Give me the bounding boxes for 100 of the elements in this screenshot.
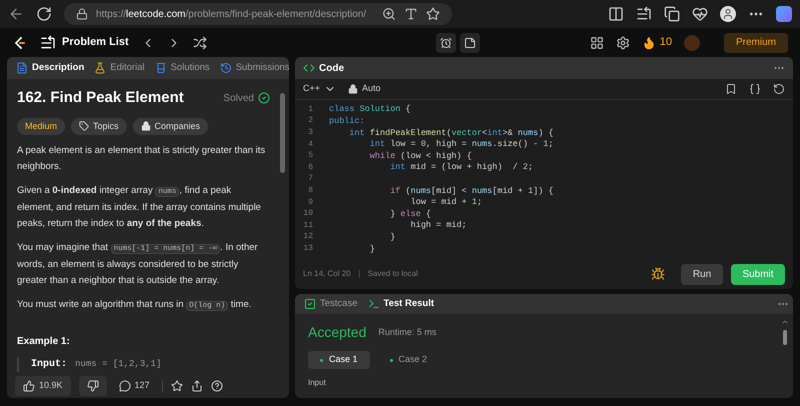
line-number: 8: [307, 184, 314, 197]
split-screen-icon[interactable]: [608, 6, 624, 22]
input-label: Input: [308, 377, 327, 389]
runtime-text: Runtime: 5 ms: [378, 326, 436, 339]
read-aloud-icon[interactable]: [404, 7, 418, 21]
comments-button[interactable]: 127: [114, 379, 154, 393]
thumbs-down-icon: [86, 380, 99, 392]
panel-tab[interactable]: Testcase: [299, 294, 362, 314]
dislike-button[interactable]: [78, 376, 107, 396]
reset-icon[interactable]: [773, 83, 785, 95]
line-number: 10: [302, 208, 314, 220]
panel-tab[interactable]: Test Result: [362, 294, 440, 314]
code-line: }: [368, 242, 375, 256]
alarm-clock-icon: [440, 36, 452, 48]
flame-icon: [642, 36, 656, 50]
scroll-up-icon[interactable]: [781, 318, 789, 326]
lock-icon: [348, 84, 358, 94]
line-number: 4: [307, 138, 314, 151]
line-number: 5: [307, 150, 314, 162]
profile-avatar[interactable]: [720, 6, 736, 22]
line-number: 3: [307, 126, 314, 139]
code-line: int findPeakElement(vector<int>& nums) {: [348, 126, 554, 140]
example-value: nums = [1,2,3,1]: [75, 358, 162, 371]
timer-button[interactable]: [436, 32, 456, 52]
code-line: int low = 0, high = nums.size() - 1;: [368, 138, 554, 151]
note-icon: [464, 36, 476, 48]
flask-icon: [94, 62, 106, 74]
case-tab[interactable]: Case 1: [308, 351, 370, 369]
panel-tab[interactable]: Description: [11, 57, 90, 79]
shuffle-icon[interactable]: [192, 36, 207, 50]
code-line: int mid = (low + high) / 2;: [389, 161, 534, 174]
code-line: high = mid;: [410, 219, 467, 232]
line-number: 13: [302, 242, 314, 255]
line-number: 7: [307, 173, 314, 186]
like-button[interactable]: 10.9K: [15, 376, 71, 396]
code-line: class Solution {: [328, 103, 411, 116]
bug-icon[interactable]: [651, 267, 665, 281]
run-button[interactable]: Run: [681, 264, 723, 284]
line-number: 2: [307, 115, 314, 128]
line-number: 11: [302, 220, 314, 232]
language-select[interactable]: C++: [303, 82, 336, 96]
lock-icon: [76, 8, 88, 20]
code-line: while (low < high) {: [368, 150, 472, 162]
cursor-position: Ln 14, Col 20: [303, 268, 351, 280]
code-line: }: [389, 230, 396, 244]
example-title: Example 1:: [17, 335, 71, 349]
logo-icon[interactable]: [12, 34, 28, 50]
panel-tab[interactable]: Submissions: [214, 57, 289, 79]
history-icon: [220, 62, 232, 74]
list-icon: [40, 34, 56, 50]
document-icon: [16, 62, 28, 74]
beaker-icon: [154, 62, 167, 74]
back-icon[interactable]: [8, 6, 24, 22]
line-number: 1: [307, 104, 314, 116]
panel-tab[interactable]: Solutions: [150, 57, 215, 79]
person-icon: [722, 8, 734, 20]
line-number: 6: [307, 162, 314, 174]
favorites-icon[interactable]: [636, 6, 652, 22]
problem-title: 162. Find Peak Element: [17, 88, 184, 108]
tag-button[interactable]: Topics: [71, 118, 127, 135]
save-status: Saved to local: [368, 268, 418, 280]
premium-button[interactable]: Premium: [724, 32, 788, 52]
solved-status: Solved: [223, 92, 254, 106]
tag-button[interactable]: Companies: [132, 118, 208, 135]
code-line: low = mid + 1;: [410, 196, 482, 209]
share-icon[interactable]: [190, 380, 203, 392]
reload-icon[interactable]: [36, 6, 52, 22]
checkbox-icon: [304, 298, 316, 310]
notes-button[interactable]: [460, 32, 480, 52]
result-verdict: Accepted: [308, 323, 366, 342]
problem-list-button[interactable]: Problem List: [40, 34, 129, 51]
tag-icon: [79, 121, 90, 132]
layout-icon[interactable]: [590, 36, 604, 50]
collections-icon[interactable]: [664, 6, 680, 22]
panel-title: Code: [319, 62, 344, 76]
heart-pulse-icon[interactable]: [692, 6, 708, 22]
settings-icon[interactable]: [616, 36, 630, 50]
help-icon[interactable]: [210, 380, 223, 392]
scrollbar-thumb[interactable]: [280, 93, 285, 173]
mode-label: Auto: [362, 82, 381, 96]
star-icon[interactable]: [426, 7, 440, 21]
code-line: public:: [328, 115, 365, 128]
code-icon: [303, 62, 315, 74]
braces-icon[interactable]: [749, 83, 761, 95]
address-bar[interactable]: https://leetcode.com/problems/find-peak-element/description/: [64, 3, 452, 25]
comment-icon: [118, 380, 131, 392]
terminal-icon: [368, 298, 380, 310]
difficulty-badge: Medium: [17, 118, 66, 135]
url-text: https://leetcode.com/problems/find-peak-element/description/: [96, 8, 366, 22]
bookmark-icon[interactable]: [725, 83, 737, 95]
check-circle-icon: [258, 92, 270, 104]
panel-tab[interactable]: Editorial: [89, 57, 150, 79]
zoom-icon[interactable]: [382, 7, 396, 21]
copilot-icon[interactable]: [776, 6, 792, 22]
code-line: } else {: [389, 208, 432, 220]
star-icon[interactable]: [170, 380, 183, 392]
scrollbar-thumb[interactable]: [783, 330, 787, 345]
description-paragraph: A peak element is an element that is strictly greater than its neighbors.: [17, 144, 266, 174]
example-label: Input:: [31, 358, 68, 372]
case-tab[interactable]: Case 2: [378, 351, 440, 369]
